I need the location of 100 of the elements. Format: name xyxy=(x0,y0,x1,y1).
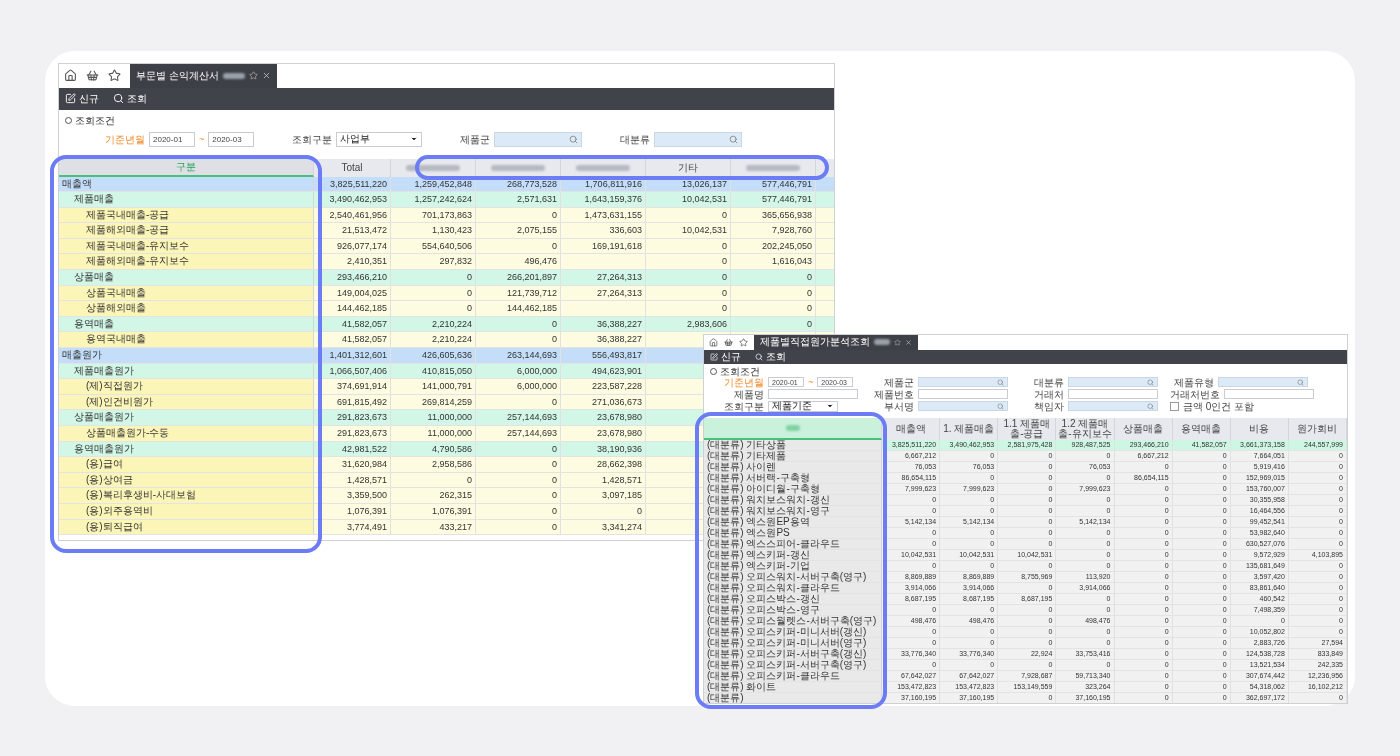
checkbox[interactable] xyxy=(1170,401,1179,411)
star-icon[interactable] xyxy=(739,337,748,347)
row-label[interactable]: (대분류) 오피스박스-갱신 xyxy=(704,593,882,604)
select-field[interactable]: 사업부 xyxy=(336,131,423,147)
row-label[interactable]: (대분류) 화이트 xyxy=(704,681,882,692)
row-label[interactable]: (대분류) 오피스박스-영구 xyxy=(704,604,882,615)
table-cell: 426,605,636 xyxy=(391,348,476,363)
table-cell: 11,000,000 xyxy=(391,426,476,441)
row-label[interactable]: (대분류) 오피스키퍼-미니서버(갱신) xyxy=(704,626,882,637)
table-cell: 169,191,618 xyxy=(561,238,646,254)
row-label[interactable]: 용역국내매출 xyxy=(59,332,314,348)
row-label[interactable]: (대분류) 엑스키퍼-갱신 xyxy=(704,549,882,560)
row-label[interactable]: (대분류) 아이디월-구축형 xyxy=(704,483,882,494)
row-label[interactable]: (대분류) 엑스스피어-클라우드 xyxy=(704,538,882,549)
table-cell: 0 xyxy=(476,472,561,488)
table-cell: 1,428,571 xyxy=(314,472,391,488)
row-label[interactable]: 상품해외매출 xyxy=(59,301,314,316)
field-label: 부서명 xyxy=(883,400,914,412)
date-field[interactable]: 2020-01 xyxy=(149,131,195,147)
table-cell: 410,815,050 xyxy=(391,363,476,379)
filter-heading: 조회조건 xyxy=(75,113,115,128)
basket-icon[interactable] xyxy=(86,69,99,82)
table-cell: 21,513,472 xyxy=(314,223,391,238)
input-field[interactable] xyxy=(1224,389,1314,399)
row-label[interactable]: 매출원가 xyxy=(59,348,314,363)
search-field[interactable] xyxy=(654,131,743,147)
row-label[interactable]: 제품해외매출-유지보수 xyxy=(59,254,314,270)
row-label[interactable]: (대분류) 기타상품 xyxy=(704,439,882,450)
search-field[interactable] xyxy=(918,377,1008,387)
table-cell: 0 xyxy=(646,254,731,270)
star-icon[interactable] xyxy=(108,69,121,82)
table-cell: 0 xyxy=(646,285,731,301)
query-button[interactable]: 조회 xyxy=(113,91,147,106)
row-label[interactable]: (대분류) 엑스원EP용역 xyxy=(704,516,882,527)
close-icon[interactable] xyxy=(261,71,271,80)
row-label[interactable]: (대분류) 오피스월렛스-서버구축(영구) xyxy=(704,615,882,626)
row-label[interactable]: (대분류) 오피스키퍼-클라우드 xyxy=(704,670,882,681)
home-icon[interactable] xyxy=(64,69,77,82)
star-icon[interactable] xyxy=(248,71,258,80)
input-field[interactable] xyxy=(918,389,1008,399)
table-cell: 291,823,673 xyxy=(314,410,391,425)
select-field[interactable]: 제품기준 xyxy=(768,400,838,412)
table-cell: 0 xyxy=(476,207,561,223)
table-cell: 0 xyxy=(476,238,561,254)
row-label[interactable]: (대분류) 오피스키퍼-서버구축(영구) xyxy=(704,659,882,670)
document-tab[interactable]: 부문별 손익계산서 xyxy=(130,63,277,88)
table-cell: 28,662,398 xyxy=(561,457,646,472)
new-button[interactable]: 신규 xyxy=(710,349,741,364)
input-field[interactable] xyxy=(1068,389,1158,399)
table-cell: 266,201,897 xyxy=(476,270,561,285)
search-field[interactable] xyxy=(1068,377,1158,387)
table-cell: 262,315 xyxy=(391,488,476,503)
row-label[interactable]: (대분류) 엑스원PS xyxy=(704,527,882,538)
row-label[interactable]: 상품매출원가-수동 xyxy=(59,426,314,441)
table-cell: 2,983,606 xyxy=(646,316,731,332)
document-tab[interactable]: 제품별직접원가분석조회 xyxy=(754,334,918,350)
search-field[interactable] xyxy=(1068,401,1158,411)
table-cell: 0 xyxy=(561,503,646,519)
search-field[interactable] xyxy=(1218,377,1308,387)
table-cell: 1,076,391 xyxy=(391,503,476,519)
row-label[interactable]: (대분류) 워치보스워치-갱신 xyxy=(704,494,882,505)
home-icon[interactable] xyxy=(709,337,718,347)
date-field[interactable]: 2020-03 xyxy=(208,131,255,147)
table-cell: 0 xyxy=(476,503,561,519)
table-cell: 3,341,274 xyxy=(561,519,646,535)
row-label[interactable]: (용)복리후생비-사대보험 xyxy=(59,488,314,503)
row-label[interactable]: (대분류) 오피스키퍼-서버구축(갱신) xyxy=(704,648,882,659)
table-cell: 42,981,522 xyxy=(314,441,391,457)
table-cell: 3,359,500 xyxy=(314,488,391,503)
filter-heading: 조회조건 xyxy=(720,365,760,377)
row-label[interactable]: (제)직접원가 xyxy=(59,379,314,394)
search-field[interactable] xyxy=(918,401,1008,411)
input-field[interactable] xyxy=(768,389,858,399)
checkbox-label: 금액 0인건 포함 xyxy=(1183,400,1255,412)
row-label[interactable]: (대분류) 오피스워치-서버구축(영구) xyxy=(704,571,882,582)
table-cell: 23,678,980 xyxy=(561,426,646,441)
close-icon[interactable] xyxy=(905,338,912,346)
column-header: 매출액 xyxy=(882,417,941,440)
field-label: 조회구분 xyxy=(723,400,764,412)
table-cell: 0 xyxy=(646,301,731,316)
table-cell: 2,210,224 xyxy=(391,316,476,332)
query-button[interactable]: 조회 xyxy=(755,349,786,364)
row-label[interactable]: (대분류) 워치보스워치-영구 xyxy=(704,505,882,516)
search-field[interactable] xyxy=(494,131,583,147)
row-label[interactable]: (대분류) 오피스키퍼-미니서버(영구) xyxy=(704,637,882,648)
table-cell: 926,077,174 xyxy=(314,238,391,254)
row-label[interactable]: (대분류) 사이렌 xyxy=(704,461,882,472)
new-button[interactable]: 신규 xyxy=(65,91,99,106)
table-cell: 2,571,631 xyxy=(476,192,561,207)
row-label[interactable]: 제품해외매출-공급 xyxy=(59,223,314,238)
row-label[interactable]: (용)급여 xyxy=(59,457,314,472)
row-label[interactable]: (대분류) xyxy=(704,692,882,703)
row-label[interactable]: (대분류) 오피스워치-클라우드 xyxy=(704,582,882,593)
row-label[interactable]: (대분류) 엑스키퍼-기업 xyxy=(704,560,882,571)
column-header: 1.2 제품매출-유지보수 xyxy=(1056,417,1115,440)
row-label[interactable]: (대분류) 서버랙-구축형 xyxy=(704,472,882,483)
row-label[interactable]: (대분류) 기타제품 xyxy=(704,450,882,461)
basket-icon[interactable] xyxy=(724,337,733,347)
star-icon[interactable] xyxy=(894,338,901,346)
field-label: 제품군 xyxy=(460,133,491,145)
